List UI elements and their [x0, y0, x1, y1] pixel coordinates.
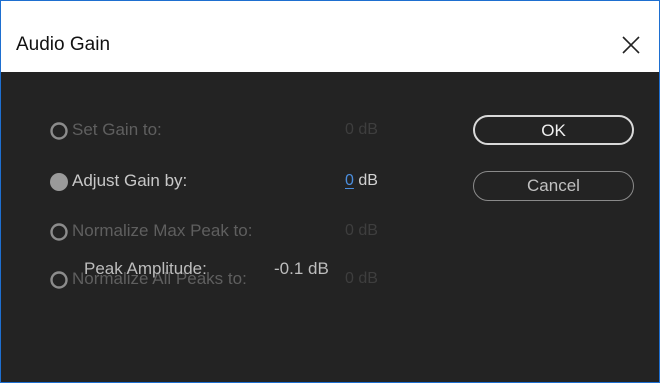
option-label: Normalize Max Peak to:: [72, 221, 253, 240]
option-normalize-max-peak[interactable]: Normalize Max Peak to: 0 dB: [49, 219, 409, 247]
value-unit: dB: [358, 121, 378, 138]
option-set-gain[interactable]: Set Gain to: 0 dB: [49, 118, 409, 146]
ok-button[interactable]: OK: [473, 115, 634, 145]
option-label: Adjust Gain by:: [72, 171, 188, 190]
value-unit: dB: [358, 270, 378, 287]
title-bar: Audio Gain: [1, 1, 659, 72]
option-adjust-gain[interactable]: Adjust Gain by: 0 dB: [49, 169, 409, 197]
option-label: Set Gain to:: [72, 120, 162, 139]
value-number: 0: [345, 121, 354, 138]
value-number[interactable]: 0: [345, 172, 354, 189]
gain-value-field[interactable]: 0 dB: [345, 172, 378, 190]
gain-value-field: 0 dB: [345, 270, 378, 288]
value-unit: dB: [358, 222, 378, 239]
cancel-button[interactable]: Cancel: [473, 171, 634, 201]
close-icon: [622, 36, 640, 54]
close-button[interactable]: [613, 27, 649, 63]
peak-amplitude-label: Peak Amplitude:: [84, 259, 207, 278]
radio-unselected-icon[interactable]: [49, 121, 69, 141]
value-number: 0: [345, 270, 354, 287]
radio-unselected-icon[interactable]: [49, 222, 69, 242]
audio-gain-dialog: Audio Gain Set Gain to: 0 dB Adjust Gain…: [0, 0, 660, 383]
value-unit: dB: [358, 172, 378, 189]
value-number: 0: [345, 222, 354, 239]
radio-unselected-icon[interactable]: [49, 270, 69, 290]
gain-value-field: 0 dB: [345, 121, 378, 139]
dialog-body: Set Gain to: 0 dB Adjust Gain by: 0 dB N…: [1, 72, 659, 382]
radio-selected-icon[interactable]: [49, 172, 69, 192]
peak-amplitude-value: -0.1 dB: [274, 259, 329, 278]
gain-value-field: 0 dB: [345, 222, 378, 240]
dialog-title: Audio Gain: [16, 34, 111, 55]
